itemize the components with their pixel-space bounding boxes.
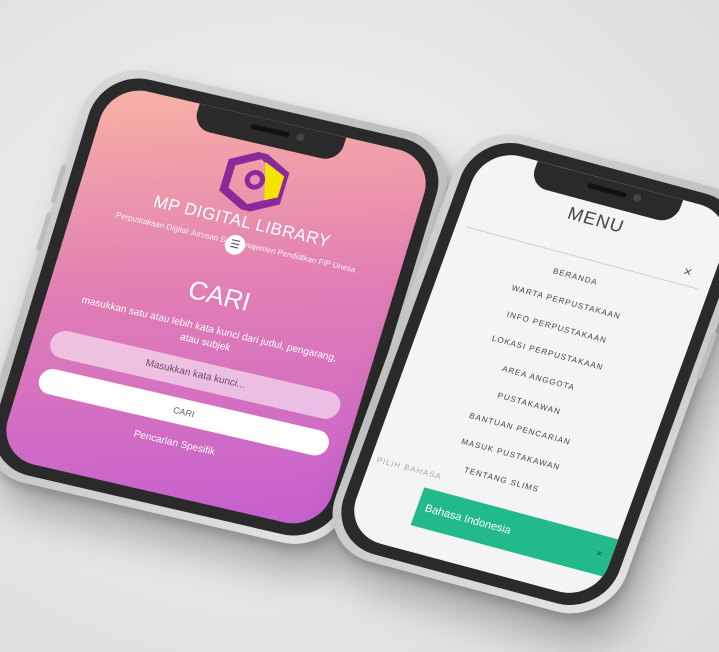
language-value: Bahasa Indonesia — [423, 502, 513, 537]
close-icon[interactable]: × — [589, 535, 608, 574]
menu-list: BERANDA WARTA PERPUSTAKAAN INFO PERPUSTA… — [368, 239, 703, 535]
close-icon[interactable]: × — [681, 263, 694, 280]
